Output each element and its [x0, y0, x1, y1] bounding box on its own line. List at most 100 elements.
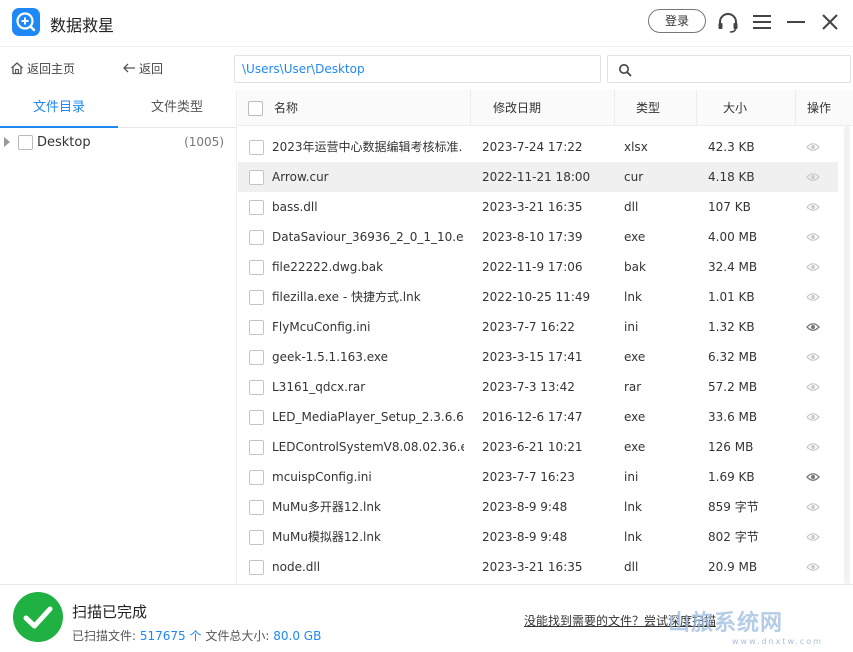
- preview-eye-icon[interactable]: [806, 471, 820, 486]
- table-header: 名称 修改日期 类型 大小 操作: [238, 90, 853, 126]
- preview-eye-icon[interactable]: [806, 381, 820, 396]
- file-name: geek-1.5.1.163.exe: [272, 350, 389, 364]
- file-modified: 2016-12-6 17:47: [482, 410, 583, 424]
- header-type[interactable]: 类型: [636, 90, 660, 126]
- row-checkbox[interactable]: [249, 260, 264, 275]
- file-type: exe: [624, 440, 646, 454]
- file-size: 107 KB: [708, 200, 751, 214]
- file-size: 4.00 MB: [708, 230, 758, 244]
- file-name: 2023年运营中心数据编辑考核标准.: [272, 140, 463, 154]
- file-type: lnk: [624, 290, 642, 304]
- close-icon[interactable]: [818, 10, 842, 34]
- scrollbar[interactable]: [843, 126, 851, 584]
- preview-eye-icon[interactable]: [806, 531, 820, 546]
- row-checkbox[interactable]: [249, 380, 264, 395]
- table-row[interactable]: MuMu多开器12.lnk 2023-8-9 9:48 lnk 859 字节: [238, 492, 838, 522]
- tree-item-desktop[interactable]: Desktop (1005): [0, 132, 236, 154]
- preview-eye-icon[interactable]: [806, 261, 820, 276]
- table-row[interactable]: file22222.dwg.bak 2022-11-9 17:06 bak 32.4 …: [238, 252, 838, 282]
- row-checkbox[interactable]: [249, 290, 264, 305]
- app-logo-icon: [12, 8, 40, 36]
- table-row[interactable]: LEDControlSystemV8.08.02.36.e.. 2023-6-21…: [238, 432, 838, 462]
- row-checkbox[interactable]: [249, 470, 264, 485]
- tree-checkbox[interactable]: [18, 135, 33, 150]
- preview-eye-icon[interactable]: [806, 351, 820, 366]
- row-checkbox[interactable]: [249, 350, 264, 365]
- preview-eye-icon[interactable]: [806, 141, 820, 156]
- file-name: MuMu模拟器12.lnk: [272, 530, 381, 544]
- table-row[interactable]: filezilla.exe - 快捷方式.lnk 2022-10-25 11:49…: [238, 282, 838, 312]
- table-row[interactable]: 2023年运营中心数据编辑考核标准. 2023-7-24 17:22 xlsx 42.…: [238, 132, 838, 162]
- menu-icon[interactable]: [750, 10, 774, 34]
- table-row[interactable]: FlyMcuConfig.ini 2023-7-7 16:22 ini 1.32 KB: [238, 312, 838, 342]
- table-row[interactable]: DataSaviour_36936_2_0_1_10.exe 2023-8-10 …: [238, 222, 838, 252]
- file-name: node.dll: [272, 560, 321, 574]
- preview-eye-icon[interactable]: [806, 561, 820, 576]
- tab-file-directory[interactable]: 文件目录: [0, 90, 118, 128]
- file-modified: 2023-7-3 13:42: [482, 380, 575, 394]
- preview-eye-icon[interactable]: [806, 231, 820, 246]
- header-modified[interactable]: 修改日期: [493, 90, 541, 126]
- table-row[interactable]: Arrow.cur 2022-11-21 18:00 cur 4.18 KB: [238, 162, 838, 192]
- select-all-checkbox[interactable]: [248, 101, 263, 116]
- file-type: ini: [624, 320, 639, 334]
- file-type: lnk: [624, 500, 642, 514]
- headset-icon[interactable]: [716, 10, 740, 34]
- preview-eye-icon[interactable]: [806, 321, 820, 336]
- login-button[interactable]: 登录: [648, 9, 706, 33]
- row-checkbox[interactable]: [249, 410, 264, 425]
- file-size: 57.2 MB: [708, 380, 758, 394]
- preview-eye-icon[interactable]: [806, 291, 820, 306]
- scan-stats: 已扫描文件: 517675 个 文件总大小: 80.0 GB: [72, 627, 321, 644]
- row-checkbox[interactable]: [249, 560, 264, 575]
- file-name: bass.dll: [272, 200, 318, 214]
- file-modified: 2023-7-7 16:22: [482, 320, 575, 334]
- tab-file-type[interactable]: 文件类型: [118, 90, 236, 128]
- file-modified: 2022-11-21 18:00: [482, 170, 591, 184]
- header-name[interactable]: 名称: [274, 90, 298, 126]
- table-row[interactable]: LED_MediaPlayer_Setup_2.3.6.6... 2016-12-…: [238, 402, 838, 432]
- row-checkbox[interactable]: [249, 440, 264, 455]
- file-modified: 2023-7-24 17:22: [482, 140, 583, 154]
- header-size[interactable]: 大小: [723, 90, 747, 126]
- file-name: MuMu多开器12.lnk: [272, 500, 381, 514]
- preview-eye-icon[interactable]: [806, 171, 820, 186]
- arrow-left-icon: [123, 63, 135, 73]
- file-size: 126 MB: [708, 440, 754, 454]
- header-action: 操作: [807, 101, 832, 115]
- back-button[interactable]: 返回: [122, 60, 163, 77]
- file-size: 33.6 MB: [708, 410, 758, 424]
- file-size: 859 字节: [708, 500, 759, 514]
- row-checkbox[interactable]: [249, 320, 264, 335]
- preview-eye-icon[interactable]: [806, 501, 820, 516]
- row-checkbox[interactable]: [249, 230, 264, 245]
- table-row[interactable]: L3161_qdcx.rar 2023-7-3 13:42 rar 57.2 MB: [238, 372, 838, 402]
- file-name: Arrow.cur: [272, 170, 329, 184]
- minimize-icon[interactable]: [784, 10, 808, 34]
- row-checkbox[interactable]: [249, 500, 264, 515]
- row-checkbox[interactable]: [249, 530, 264, 545]
- preview-eye-icon[interactable]: [806, 441, 820, 456]
- table-row[interactable]: geek-1.5.1.163.exe 2023-3-15 17:41 exe 6.32…: [238, 342, 838, 372]
- table-row[interactable]: mcuispConfig.ini 2023-7-7 16:23 ini 1.69 KB: [238, 462, 838, 492]
- table-row[interactable]: node.dll 2023-3-21 16:35 dll 20.9 MB: [238, 552, 838, 582]
- file-size: 32.4 MB: [708, 260, 758, 274]
- row-checkbox[interactable]: [249, 170, 264, 185]
- preview-eye-icon[interactable]: [806, 411, 820, 426]
- file-modified: 2022-11-9 17:06: [482, 260, 583, 274]
- path-field[interactable]: \Users\User\Desktop: [234, 55, 601, 83]
- check-circle-icon: [12, 591, 64, 643]
- preview-eye-icon[interactable]: [806, 201, 820, 216]
- status-bar: 扫描已完成 已扫描文件: 517675 个 文件总大小: 80.0 GB 没能找…: [0, 584, 853, 652]
- row-checkbox[interactable]: [249, 200, 264, 215]
- row-checkbox[interactable]: [249, 140, 264, 155]
- back-home-button[interactable]: 返回主页: [10, 60, 75, 77]
- file-modified: 2023-3-21 16:35: [482, 560, 583, 574]
- table-row[interactable]: bass.dll 2023-3-21 16:35 dll 107 KB: [238, 192, 838, 222]
- file-type: exe: [624, 410, 646, 424]
- table-row[interactable]: MuMu模拟器12.lnk 2023-8-9 9:48 lnk 802 字节: [238, 522, 838, 552]
- scan-complete-title: 扫描已完成: [72, 603, 148, 621]
- search-input[interactable]: [607, 55, 851, 83]
- expand-arrow-icon[interactable]: [4, 137, 10, 147]
- file-name: file22222.dwg.bak: [272, 260, 384, 274]
